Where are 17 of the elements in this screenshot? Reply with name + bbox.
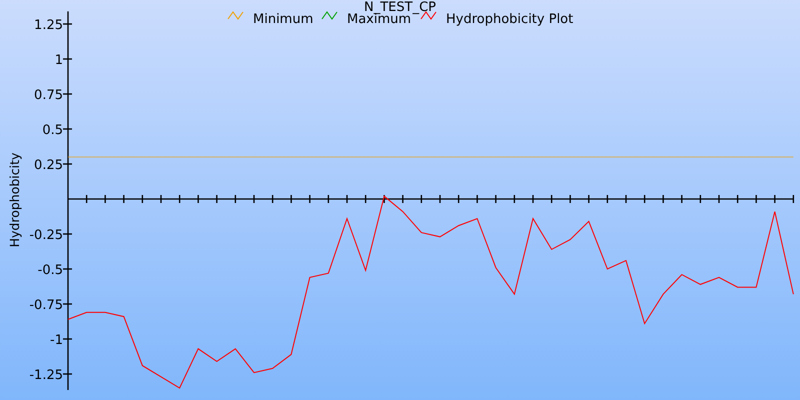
chart-title: N_TEST_CP bbox=[364, 0, 436, 15]
y-tick-label: 0.25 bbox=[34, 158, 63, 173]
y-tick-label: -0.75 bbox=[29, 298, 63, 313]
y-tick-label: -1 bbox=[50, 333, 63, 348]
y-tick-label: -1.25 bbox=[29, 368, 63, 383]
legend-label: Hydrophobicity Plot bbox=[446, 12, 574, 27]
y-axis-label: Hydrophobicity bbox=[7, 152, 22, 248]
y-tick-label: 1 bbox=[54, 53, 63, 68]
legend-line-icon bbox=[322, 11, 338, 20]
y-tick-label: -0.25 bbox=[29, 228, 63, 243]
y-tick-label: -0.5 bbox=[38, 263, 63, 278]
legend-line-icon bbox=[228, 11, 244, 20]
y-tick-label: 1.25 bbox=[34, 18, 63, 33]
legend-label: Maximum bbox=[347, 12, 412, 27]
legend-label: Minimum bbox=[253, 12, 314, 27]
y-tick-label: 0.5 bbox=[42, 123, 63, 138]
y-tick-label: 0.75 bbox=[34, 88, 63, 103]
